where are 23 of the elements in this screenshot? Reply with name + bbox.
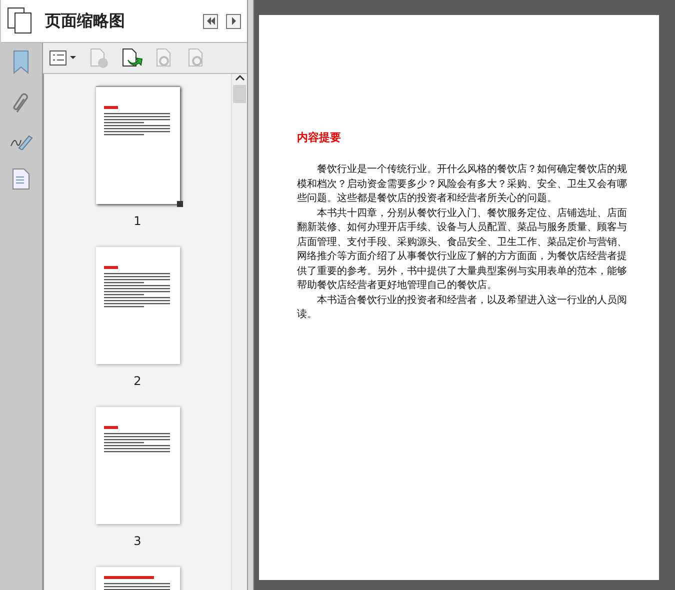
pages-icon <box>7 7 33 35</box>
options-button[interactable] <box>49 50 77 66</box>
paperclip-icon[interactable] <box>11 92 31 114</box>
page-text-drawing <box>104 106 170 138</box>
page-text-drawing <box>104 266 170 310</box>
panel-title: 页面缩略图 <box>45 10 126 32</box>
page-heading: 内容提要 <box>297 130 342 145</box>
scrollbar-thumb[interactable] <box>233 85 246 103</box>
document-icon[interactable] <box>12 168 30 190</box>
insert-page-button[interactable] <box>121 48 143 68</box>
resize-handle[interactable] <box>176 201 182 207</box>
right-arrow-icon <box>232 17 236 25</box>
collapse-button[interactable] <box>203 14 218 28</box>
page-number: 2 <box>134 374 142 388</box>
scrollbar-track[interactable] <box>231 74 247 590</box>
body-paragraph: 餐饮行业是一个传统行业。开什么风格的餐饮店？如何确定餐饮店的规模和档次？启动资金需要多少？风险会有多大？采购、安全、卫生又会有哪些问题。这些都是餐饮店的投资者和经营者所关心的问题。 <box>297 163 628 206</box>
body-paragraph: 本书适合餐饮行业的投资者和经营者，以及希望进入这一行业的人员阅读。 <box>297 294 628 322</box>
page-number: 1 <box>134 214 142 228</box>
page-text-drawing <box>104 426 170 455</box>
page-number: 3 <box>134 534 142 548</box>
double-left-arrow-icon <box>206 17 216 25</box>
expand-button[interactable] <box>226 14 241 28</box>
body-paragraph: 本书共十四章，分别从餐饮行业入门、餐饮服务定位、店铺选址、店面翻新装修、如何办理开店手续、设备与人员配置、菜品与服务质量、顾客与店面管理、支付手段、采购源头、食品安全、卫生工作、菜品定价与营销、网络推介等方面介绍了从事餐饮行业应了解的方方面面，为餐饮店经营者提供了重要的参考。另外，书中提供了大量典型案例与实用表单的范本，能够帮助餐饮店经营者更好地管理自己的餐饮店。 <box>297 206 628 293</box>
